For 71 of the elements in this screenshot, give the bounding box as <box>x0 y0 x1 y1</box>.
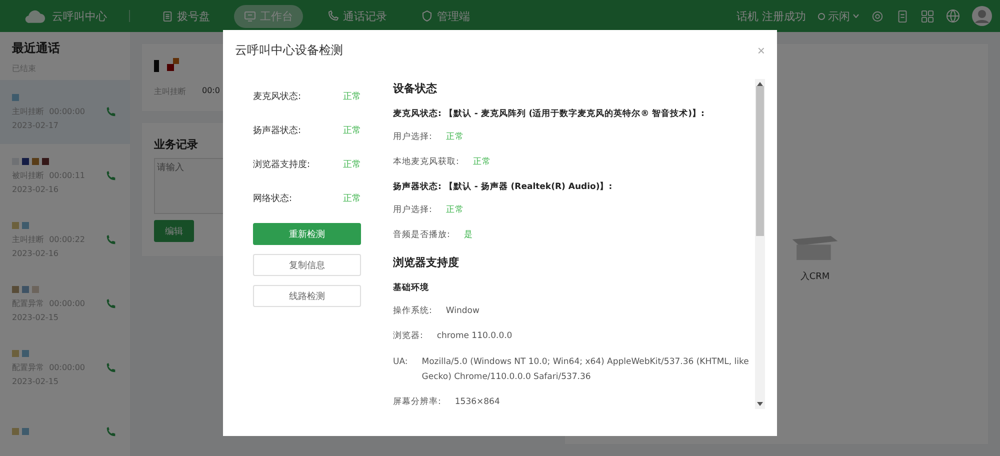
detail-label: 用户选择: <box>393 131 432 144</box>
detail-value: Mozilla/5.0 (Windows NT 10.0; Win64; x64) AppleWebKit/537.36 (KHTML, like Gecko) Chrome/110.0.0.0 Safari/537.36 <box>422 356 750 384</box>
phone-icon[interactable] <box>106 171 116 181</box>
detail-heading: 扬声器状态: 【默认 - 扬声器 (Realtek(R) Audio)】: <box>393 180 614 193</box>
phone-icon[interactable] <box>106 427 116 437</box>
redacted-name-drawing <box>12 158 52 166</box>
globe-icon[interactable] <box>946 9 960 23</box>
crm-label: 入CRM <box>800 270 830 282</box>
agent-status-menu[interactable]: 示闲 <box>818 8 859 24</box>
detail-value: 正常 <box>472 156 492 170</box>
scroll-down-icon[interactable] <box>757 402 763 406</box>
detail-value: chrome 110.0.0.0 <box>436 330 514 344</box>
detail-value: 1536×864 <box>454 396 501 410</box>
close-button[interactable]: × <box>755 43 767 58</box>
detail-label: 屏幕分辨率: <box>393 396 441 410</box>
document-icon[interactable] <box>896 10 909 22</box>
nav-tab[interactable]: 拨号盘 <box>152 4 220 28</box>
detail-value: 正常 <box>446 131 465 144</box>
scrollbar[interactable] <box>755 79 765 409</box>
phone-icon[interactable] <box>106 363 116 373</box>
detail-value: 是 <box>464 228 474 242</box>
check-label: 扬声器状态: <box>253 124 302 136</box>
cloud-logo-icon <box>24 8 46 24</box>
section-heading: 设备状态 <box>393 81 438 97</box>
detail-label: 操作系统: <box>393 304 432 318</box>
redacted-name-drawing <box>12 94 22 102</box>
dialog-title: 云呼叫中心设备检测 <box>235 42 343 59</box>
phone-icon <box>327 10 339 22</box>
detail-label: 本地麦克风获取: <box>393 156 459 170</box>
settings-icon[interactable] <box>871 10 884 22</box>
detail-label: 用户选择: <box>393 204 432 217</box>
avatar-icon[interactable] <box>972 6 992 26</box>
grid-icon[interactable] <box>921 10 934 22</box>
detail-label: 音频是否播放: <box>393 228 450 242</box>
monitor-icon <box>244 10 256 22</box>
detail-value: 正常 <box>446 204 465 217</box>
detail-value: Window <box>446 305 480 318</box>
redacted-name-drawing <box>12 222 32 230</box>
check-value: 正常 <box>343 158 361 170</box>
phone-status: 话机 注册成功 <box>736 8 806 24</box>
redacted-name-drawing <box>12 286 42 294</box>
section-heading: 浏览器支持度 <box>393 255 460 272</box>
app-name: 云呼叫中心 <box>52 8 107 24</box>
check-label: 麦克风状态: <box>253 90 302 102</box>
detail-heading: 基础环境 <box>393 282 430 294</box>
edit-button[interactable]: 编辑 <box>154 220 194 242</box>
check-value: 正常 <box>343 124 361 136</box>
caret-icon <box>853 14 859 18</box>
nav-tab[interactable]: 通话记录 <box>317 4 397 28</box>
action-button[interactable]: 线路检测 <box>253 285 361 307</box>
redacted-name-drawing <box>12 350 32 358</box>
check-value: 正常 <box>343 90 361 102</box>
check-value: 正常 <box>343 192 361 204</box>
shield-icon <box>421 10 433 22</box>
phone-icon[interactable] <box>106 107 116 117</box>
action-button[interactable]: 重新检测 <box>253 223 361 245</box>
detail-label: UA: <box>393 356 408 369</box>
section-title: 业务记录 <box>154 137 199 152</box>
keypad-icon <box>162 10 173 22</box>
action-button[interactable]: 复制信息 <box>253 254 361 276</box>
check-label: 浏览器支持度: <box>253 158 312 170</box>
phone-icon[interactable] <box>106 235 116 245</box>
redacted-name-drawing <box>12 428 32 436</box>
call-duration: 00:0 <box>202 86 220 97</box>
phone-icon[interactable] <box>106 299 116 309</box>
box-illustration-icon <box>792 236 838 260</box>
check-label: 网络状态: <box>253 192 294 204</box>
detail-label: 浏览器: <box>393 330 423 344</box>
panel-title: 最近通话 <box>11 40 61 57</box>
detail-heading: 麦克风状态: 【默认 - 麦克风阵列 (适用于数字麦克风的英特尔® 智音技术)】: <box>393 108 706 120</box>
nav-tab[interactable]: 管理端 <box>411 4 480 28</box>
